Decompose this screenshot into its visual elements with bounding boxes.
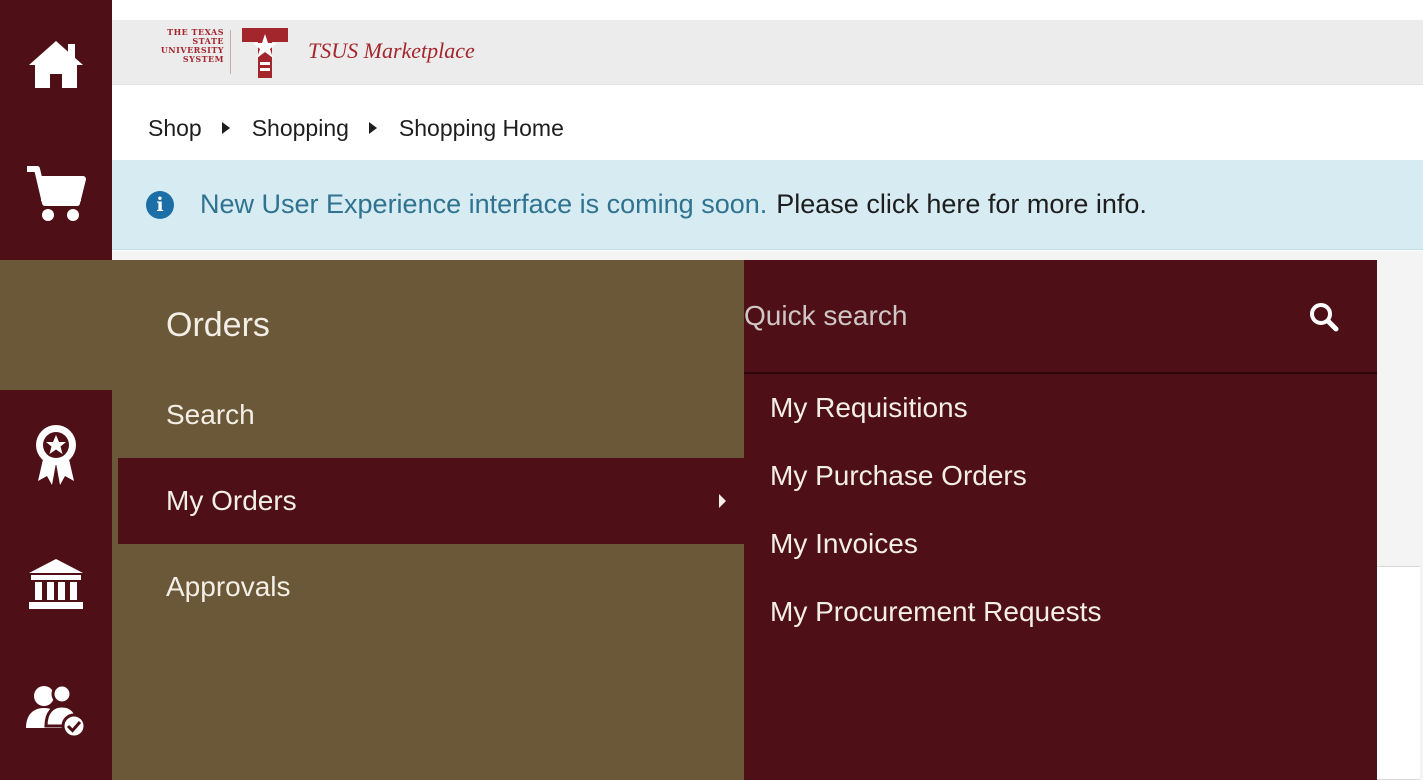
quick-search-bar [744,260,1377,374]
cart-nav-button[interactable] [0,154,112,234]
banner-more-info-link[interactable]: Please click here for more info. [776,189,1147,220]
submenu-my-invoices[interactable]: My Invoices [770,528,918,560]
bank-icon [29,559,83,609]
my-orders-submenu: My Requisitions My Purchase Orders My In… [744,260,1377,780]
menu-item-search[interactable]: Search [112,372,744,458]
org-logo-text[interactable]: THE TEXAS STATE UNIVERSITY SYSTEM [144,28,224,64]
home-nav-button[interactable] [0,24,112,104]
awards-nav-button[interactable] [0,414,112,494]
breadcrumb-separator-icon [221,122,230,134]
submenu-my-purchase-orders[interactable]: My Purchase Orders [770,460,1027,492]
info-icon: i [146,190,174,219]
info-banner: i New User Experience interface is comin… [112,160,1423,250]
search-icon [1310,303,1339,332]
award-ribbon-icon [36,425,76,485]
top-strip [112,0,1423,20]
users-nav-button[interactable] [0,670,112,750]
users-check-icon [26,683,87,739]
menu-item-approvals[interactable]: Approvals [112,544,744,630]
cart-icon [27,166,86,221]
orders-flyout: Orders Search My Orders Approvals [112,260,744,780]
app-header: THE TEXAS STATE UNIVERSITY SYSTEM TSUS M… [112,20,1423,85]
breadcrumb-separator-icon [368,122,377,134]
submenu-my-requisitions[interactable]: My Requisitions [770,392,968,424]
menu-item-label: Approvals [166,571,291,602]
menu-item-label: My Orders [166,485,297,516]
quick-search-input[interactable] [744,286,1278,346]
banner-message: New User Experience interface is coming … [200,189,768,219]
submenu-my-procurement-requests[interactable]: My Procurement Requests [770,596,1101,628]
breadcrumb: Shop Shopping Shopping Home [112,98,1423,158]
quick-search-button[interactable] [1278,280,1370,354]
app-name[interactable]: TSUS Marketplace [308,38,475,64]
content-card-edge [1376,566,1420,780]
tsus-logo-icon[interactable] [240,26,290,85]
menu-item-my-orders[interactable]: My Orders [118,458,744,544]
flyout-title: Orders [166,306,270,344]
bank-nav-button[interactable] [0,544,112,624]
menu-item-label: Search [166,399,255,430]
chevron-right-icon [719,494,726,508]
logo-divider [230,30,231,74]
breadcrumb-shop[interactable]: Shop [148,115,202,142]
breadcrumb-shopping[interactable]: Shopping [252,115,349,142]
breadcrumb-shopping-home[interactable]: Shopping Home [399,115,564,142]
icon-rail [0,0,112,780]
home-icon [29,41,83,88]
rail-active-slot [0,260,112,390]
